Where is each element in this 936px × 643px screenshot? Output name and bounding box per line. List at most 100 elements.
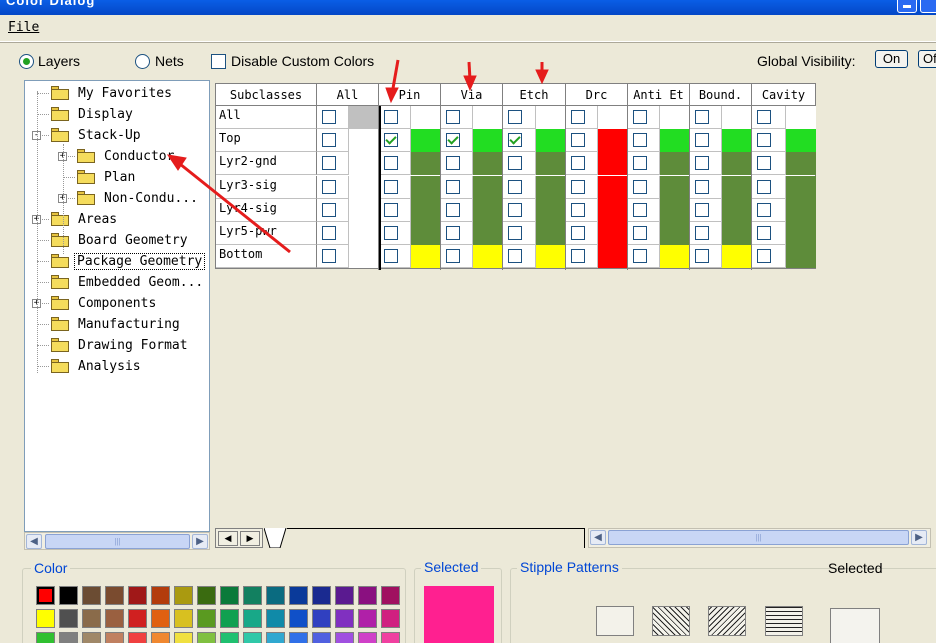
color-swatch[interactable] bbox=[659, 152, 690, 176]
visibility-checkbox[interactable] bbox=[695, 249, 709, 264]
color-swatch[interactable] bbox=[472, 175, 503, 199]
visibility-checkbox[interactable] bbox=[633, 179, 647, 194]
palette-color[interactable] bbox=[312, 632, 331, 643]
visibility-checkbox[interactable] bbox=[633, 133, 647, 148]
visibility-checkbox[interactable] bbox=[446, 226, 460, 240]
color-swatch[interactable] bbox=[348, 198, 379, 222]
palette-color[interactable] bbox=[105, 632, 124, 643]
palette-color[interactable] bbox=[289, 586, 308, 605]
visibility-checkbox[interactable] bbox=[322, 179, 336, 194]
tree-item[interactable]: + Conductor bbox=[25, 146, 209, 166]
palette-color[interactable] bbox=[128, 609, 147, 628]
color-swatch[interactable] bbox=[535, 245, 566, 269]
visibility-checkbox[interactable] bbox=[757, 110, 771, 124]
color-swatch[interactable] bbox=[410, 222, 441, 245]
color-swatch[interactable] bbox=[597, 175, 628, 199]
palette-color[interactable] bbox=[335, 609, 354, 628]
visibility-checkbox[interactable] bbox=[508, 133, 522, 148]
palette-color[interactable] bbox=[82, 586, 101, 605]
color-swatch[interactable] bbox=[597, 106, 628, 129]
visibility-checkbox[interactable] bbox=[322, 249, 336, 264]
visibility-checkbox[interactable] bbox=[695, 202, 709, 217]
visibility-checkbox[interactable] bbox=[757, 202, 771, 217]
layers-radio[interactable] bbox=[19, 54, 34, 69]
color-swatch[interactable] bbox=[659, 106, 690, 129]
visibility-checkbox[interactable] bbox=[757, 133, 771, 148]
palette-color[interactable] bbox=[358, 586, 377, 605]
color-swatch[interactable] bbox=[721, 106, 752, 129]
color-swatch[interactable] bbox=[410, 175, 441, 199]
palette-color[interactable] bbox=[197, 609, 216, 628]
palette-color[interactable] bbox=[59, 632, 78, 643]
tree-item[interactable]: Plan bbox=[25, 167, 209, 187]
tree-item[interactable]: My Favorites bbox=[25, 83, 209, 103]
stipple-pattern-diagonal-up[interactable] bbox=[708, 606, 746, 636]
color-swatch[interactable] bbox=[472, 222, 503, 245]
visibility-checkbox[interactable] bbox=[322, 156, 336, 171]
color-swatch[interactable] bbox=[721, 198, 752, 222]
stipple-pattern-diagonal-down[interactable] bbox=[652, 606, 690, 636]
visibility-checkbox[interactable] bbox=[322, 226, 336, 240]
scroll-thumb[interactable]: ||| bbox=[45, 534, 190, 549]
color-swatch[interactable] bbox=[597, 129, 628, 153]
visibility-checkbox[interactable] bbox=[508, 249, 522, 264]
palette-color[interactable] bbox=[59, 586, 78, 605]
grid-scroll-thumb[interactable]: ||| bbox=[608, 530, 909, 545]
palette-color[interactable] bbox=[174, 586, 193, 605]
color-swatch[interactable] bbox=[410, 129, 441, 153]
global-visibility-on-button[interactable]: On bbox=[875, 50, 908, 68]
visibility-checkbox[interactable] bbox=[695, 179, 709, 194]
column-header[interactable]: Cavity bbox=[752, 84, 816, 106]
palette-color[interactable] bbox=[105, 586, 124, 605]
color-swatch[interactable] bbox=[410, 152, 441, 176]
visibility-checkbox[interactable] bbox=[446, 249, 460, 264]
palette-color[interactable] bbox=[128, 586, 147, 605]
color-swatch[interactable] bbox=[785, 106, 816, 129]
palette-color[interactable] bbox=[381, 632, 400, 643]
color-swatch[interactable] bbox=[410, 106, 441, 129]
visibility-checkbox[interactable] bbox=[384, 249, 398, 264]
tree-item[interactable]: Drawing Format bbox=[25, 335, 209, 355]
visibility-checkbox[interactable] bbox=[633, 226, 647, 240]
tree-horizontal-scrollbar[interactable]: ◀ ||| ▶ bbox=[24, 532, 210, 550]
color-swatch[interactable] bbox=[535, 106, 566, 129]
visibility-checkbox[interactable] bbox=[571, 249, 585, 264]
color-swatch[interactable] bbox=[348, 106, 379, 129]
visibility-checkbox[interactable] bbox=[757, 249, 771, 264]
color-swatch[interactable] bbox=[659, 198, 690, 222]
palette-color[interactable] bbox=[128, 632, 147, 643]
color-swatch[interactable] bbox=[410, 245, 441, 269]
color-swatch[interactable] bbox=[472, 245, 503, 269]
color-swatch[interactable] bbox=[535, 198, 566, 222]
tree-item[interactable]: + Components bbox=[25, 293, 209, 313]
grid-scroll-left-icon[interactable]: ◀ bbox=[590, 530, 606, 545]
visibility-checkbox[interactable] bbox=[384, 156, 398, 171]
tree-item[interactable]: + Areas bbox=[25, 209, 209, 229]
palette-color[interactable] bbox=[335, 586, 354, 605]
color-swatch[interactable] bbox=[785, 129, 816, 153]
visibility-checkbox[interactable] bbox=[508, 226, 522, 240]
sheet-tab[interactable] bbox=[264, 528, 288, 548]
global-visibility-off-button[interactable]: Off bbox=[918, 50, 936, 68]
palette-color[interactable] bbox=[197, 632, 216, 643]
color-swatch[interactable] bbox=[785, 198, 816, 222]
visibility-checkbox[interactable] bbox=[384, 179, 398, 194]
palette-color[interactable] bbox=[151, 586, 170, 605]
color-swatch[interactable] bbox=[410, 198, 441, 222]
palette-color[interactable] bbox=[312, 586, 331, 605]
column-header[interactable]: Subclasses bbox=[216, 84, 317, 106]
maximize-button[interactable] bbox=[920, 0, 936, 13]
column-header[interactable]: Etch bbox=[503, 84, 566, 106]
tree-item[interactable]: + Non-Condu... bbox=[25, 188, 209, 208]
visibility-checkbox[interactable] bbox=[757, 156, 771, 171]
palette-color[interactable] bbox=[174, 609, 193, 628]
visibility-checkbox[interactable] bbox=[508, 202, 522, 217]
palette-color[interactable] bbox=[151, 632, 170, 643]
palette-color[interactable] bbox=[266, 632, 285, 643]
visibility-checkbox[interactable] bbox=[322, 110, 336, 124]
visibility-checkbox[interactable] bbox=[384, 226, 398, 240]
palette-color[interactable] bbox=[36, 609, 55, 628]
visibility-checkbox[interactable] bbox=[571, 179, 585, 194]
palette-color[interactable] bbox=[105, 609, 124, 628]
color-swatch[interactable] bbox=[659, 175, 690, 199]
